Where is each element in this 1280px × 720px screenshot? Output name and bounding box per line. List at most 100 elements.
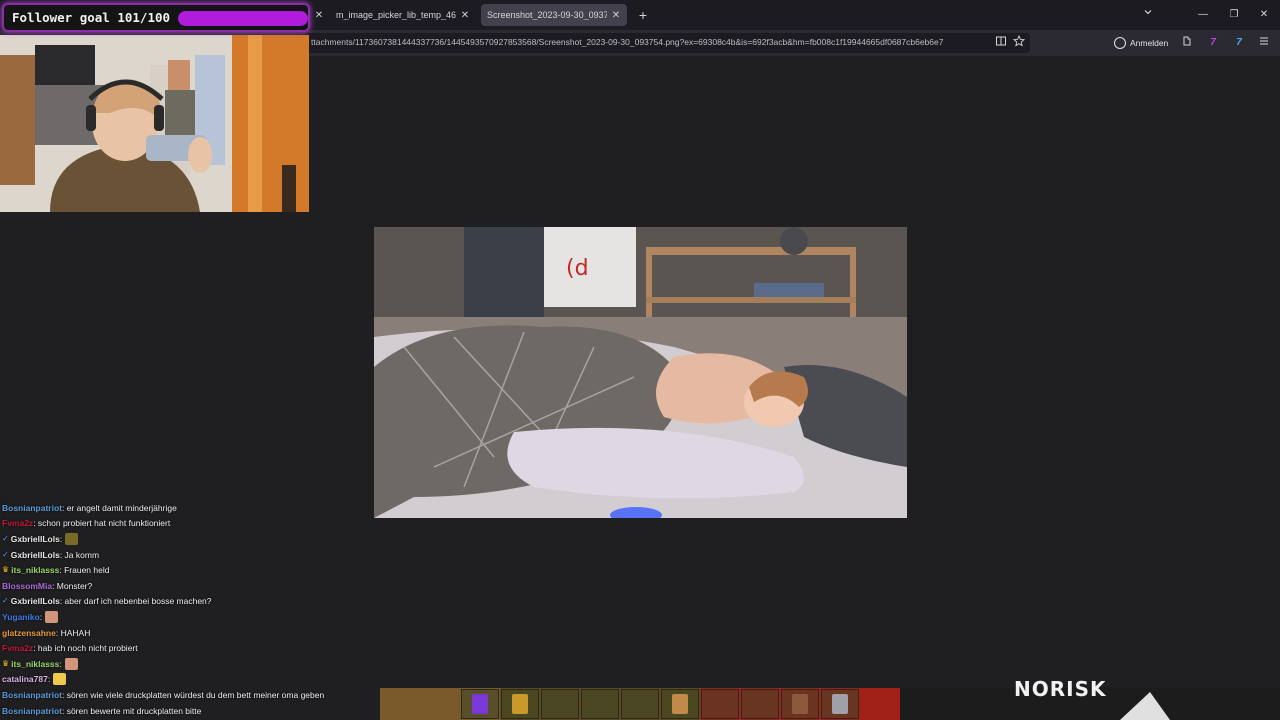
chat-message: Fvma2z: schon probiert hat nicht funktio… — [2, 516, 382, 532]
chat-text: : Ja komm — [59, 549, 100, 560]
tab-image-picker[interactable]: m_image_picker_lib_temp_46a716e ✕ — [330, 4, 476, 26]
chat-text: : — [47, 674, 51, 685]
url-bar[interactable]: ttachments/1173607381444337736/144549357… — [305, 33, 1030, 53]
close-window-button[interactable]: ✕ — [1253, 6, 1275, 24]
new-tab-button[interactable]: + — [636, 6, 650, 24]
chat-text: : schon probiert hat nicht funktioniert — [33, 518, 171, 529]
7tv-icon: 7 — [1210, 37, 1216, 48]
chat-text: : aber darf ich nebenbei bosse machen? — [59, 596, 212, 607]
streamer-webcam — [0, 35, 309, 212]
extensions-icon — [1183, 36, 1191, 46]
chat-username[interactable]: Fvma2z — [2, 641, 33, 655]
minimize-button[interactable]: — — [1192, 6, 1214, 24]
chat-username[interactable]: Bosnianpatriot — [2, 704, 62, 718]
chat-username[interactable]: GxbriellLols — [11, 548, 60, 562]
chat-text: : HAHAH — [55, 627, 91, 638]
chat-text: : sören bewerte mit druckplatten bitte — [61, 705, 202, 716]
hotbar-slot — [741, 689, 779, 719]
chat-message: ✓ GxbriellLols: — [2, 531, 382, 547]
stream-brand-text: NORISK — [1014, 677, 1107, 701]
chat-message: ♛ its_niklasss: Frauen held — [2, 562, 382, 578]
chat-text: : Frauen held — [59, 565, 110, 576]
account-icon — [1114, 37, 1126, 49]
chat-text: : — [59, 658, 62, 669]
crown-badge-icon: ♛ — [2, 565, 10, 575]
chat-message: Bosnianpatriot: sören bewerte mit druckp… — [2, 703, 382, 719]
chat-message: Yuganiko: — [2, 609, 382, 625]
close-icon[interactable]: ✕ — [460, 10, 470, 21]
screen: ✕ m_image_picker_lib_temp_46a716e ✕ Scre… — [0, 0, 1280, 720]
tab-screenshot[interactable]: Screenshot_2023-09-30_093754.png ✕ — [481, 4, 627, 26]
follower-goal-label: Follower goal 101/100 — [12, 10, 171, 25]
restore-button[interactable]: ❐ — [1223, 6, 1245, 24]
chat-emote-icon — [64, 657, 78, 670]
verified-badge-icon: ✓ — [2, 549, 9, 559]
chat-message: catalina787: — [2, 672, 382, 688]
chat-username[interactable]: glatzensahne — [2, 626, 56, 640]
chat-message: BlossomMia: Monster? — [2, 578, 382, 594]
svg-text:(d: (d — [566, 256, 589, 281]
reader-icon — [996, 36, 1006, 46]
close-icon[interactable]: ✕ — [611, 10, 621, 21]
chat-username[interactable]: GxbriellLols — [11, 532, 60, 546]
hotbar-slot — [541, 689, 579, 719]
signin-button[interactable]: Anmelden — [1114, 35, 1168, 51]
chat-overlay: Bosnianpatriot: er angelt damit minderjä… — [2, 500, 382, 718]
menu-icon — [1260, 37, 1268, 45]
sleeping-person-photo: (d — [374, 227, 907, 518]
streamer-photo — [0, 35, 309, 212]
follower-goal-widget: Follower goal 101/100 — [2, 3, 310, 32]
chat-message: Fvma2z: hab ich noch nicht probiert — [2, 640, 382, 656]
extension-7tv-button[interactable]: 7 — [1205, 35, 1221, 51]
chat-username[interactable]: GxbriellLols — [11, 594, 60, 608]
displayed-image[interactable]: (d — [374, 227, 907, 518]
chat-text: : Monster? — [52, 580, 93, 591]
minimize-icon: — — [1198, 9, 1208, 20]
chat-username[interactable]: Bosnianpatriot — [2, 688, 62, 702]
extension-7tv-button-2[interactable]: 7 — [1231, 35, 1247, 51]
chat-text: : er angelt damit minderjährige — [61, 502, 177, 513]
chat-username[interactable]: its_niklasss — [11, 563, 59, 577]
app-menu-button[interactable] — [1256, 35, 1272, 51]
chat-message: Bosnianpatriot: er angelt damit minderjä… — [2, 500, 382, 516]
chat-username[interactable]: Yuganiko — [2, 610, 40, 624]
tab-title: Screenshot_2023-09-30_093754.png — [487, 10, 607, 20]
chat-message: ✓ GxbriellLols: aber darf ich nebenbei bo… — [2, 594, 382, 610]
hotbar-item-icon — [472, 694, 488, 714]
chat-emote-icon — [45, 610, 59, 623]
verified-badge-icon: ✓ — [2, 596, 9, 606]
chat-text: : — [59, 533, 63, 544]
hotbar-slot — [581, 689, 619, 719]
hotbar-slot — [621, 689, 659, 719]
tab-close-button[interactable]: ✕ — [310, 4, 324, 26]
follower-goal-progress-fill — [178, 11, 308, 26]
chat-emote-icon — [65, 532, 79, 545]
crown-badge-icon: ♛ — [2, 658, 10, 668]
hotbar-item-icon — [672, 694, 688, 714]
7tv-icon: 7 — [1236, 37, 1242, 48]
chat-message: ✓ GxbriellLols: Ja komm — [2, 547, 382, 563]
chat-username[interactable]: catalina787 — [2, 672, 48, 686]
hotbar-slot — [701, 689, 739, 719]
reader-view-button[interactable] — [993, 35, 1009, 51]
chat-username[interactable]: its_niklasss — [11, 657, 59, 671]
chat-username[interactable]: Bosnianpatriot — [2, 501, 62, 515]
plus-icon: + — [638, 7, 648, 23]
chat-text: : sören wie viele druckplatten würdest d… — [61, 689, 325, 700]
restore-icon: ❐ — [1229, 9, 1239, 20]
extensions-button[interactable] — [1179, 35, 1195, 51]
signin-label: Anmelden — [1130, 38, 1169, 48]
chat-username[interactable]: BlossomMia — [2, 579, 52, 593]
list-tabs-button[interactable] — [1137, 6, 1159, 24]
hotbar-item-icon — [792, 694, 808, 714]
url-text[interactable]: ttachments/1173607381444337736/144549357… — [311, 37, 993, 47]
chat-text: : hab ich noch nicht probiert — [33, 643, 138, 654]
star-icon — [1012, 34, 1026, 47]
follower-goal-progress-bar — [178, 11, 308, 26]
chat-message: glatzensahne: HAHAH — [2, 625, 382, 641]
chat-emote-icon — [53, 673, 67, 686]
hotbar-item-icon — [832, 694, 848, 714]
bookmark-button[interactable] — [1011, 34, 1027, 51]
chat-text: : — [39, 611, 43, 622]
chat-username[interactable]: Fvma2z — [2, 516, 33, 530]
